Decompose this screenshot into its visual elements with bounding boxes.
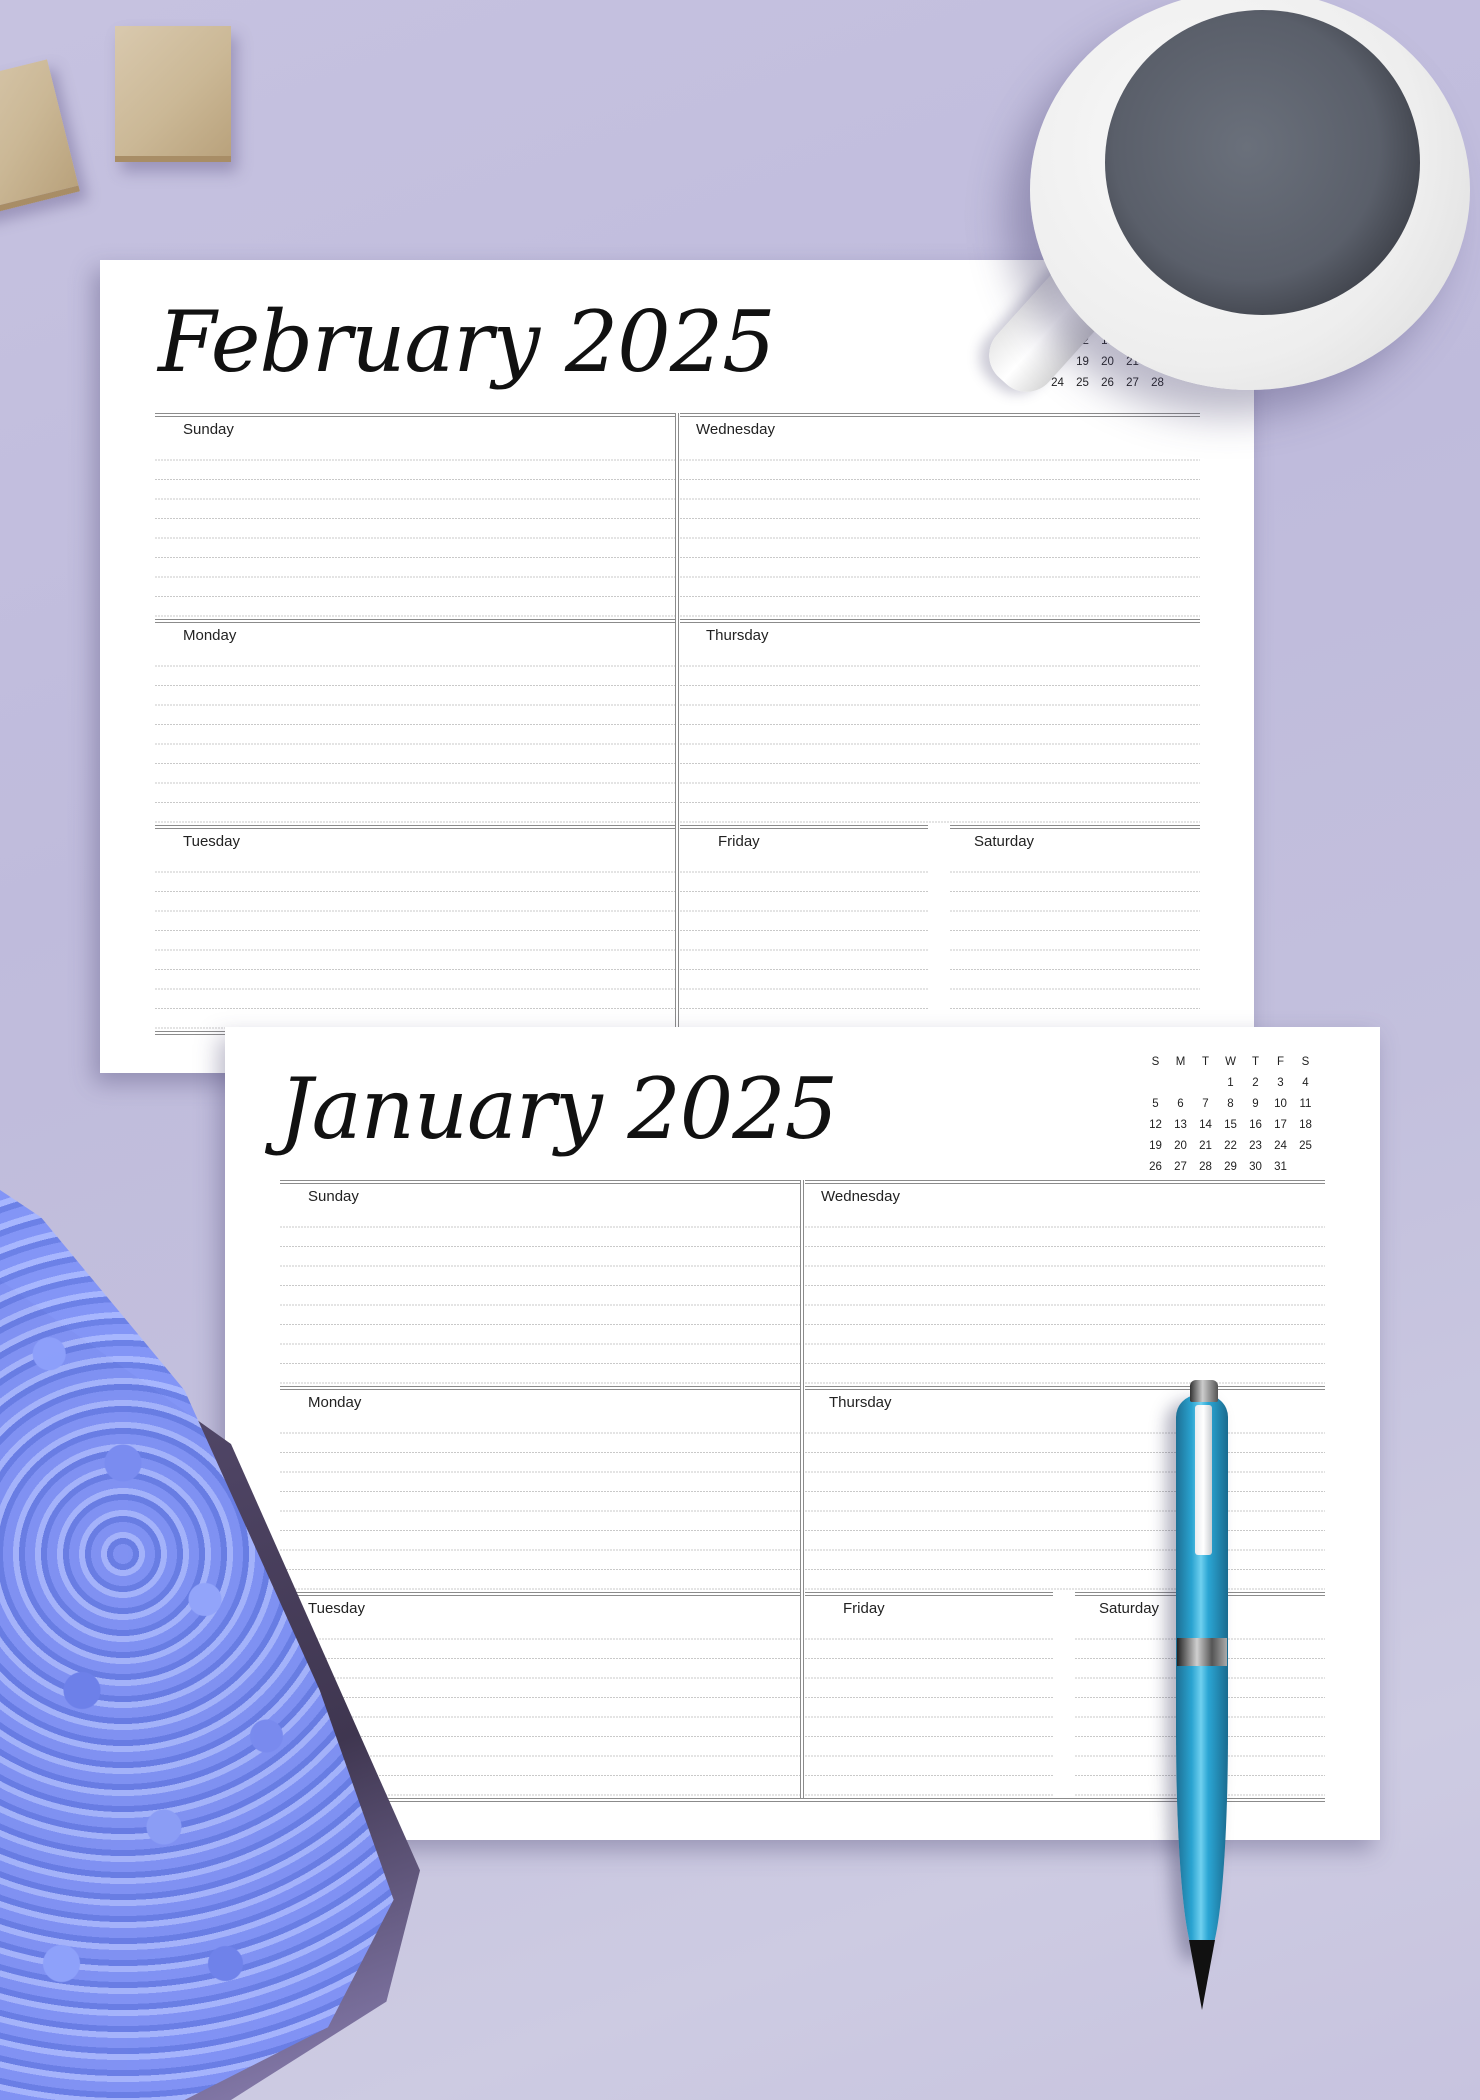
day-box-thursday[interactable]: Thursday: [680, 619, 1200, 829]
writing-lines: [680, 853, 928, 1029]
day-box-sunday[interactable]: Sunday: [155, 413, 675, 623]
wooden-block-left: [0, 59, 80, 217]
day-label: Wednesday: [696, 421, 775, 438]
writing-lines: [950, 853, 1200, 1029]
pen-tip: [1189, 1940, 1215, 2010]
writing-lines: [680, 441, 1200, 617]
calendar-date[interactable]: 8: [1218, 1098, 1243, 1110]
day-box-sunday[interactable]: Sunday: [280, 1180, 800, 1390]
day-box-wednesday[interactable]: Wednesday: [680, 413, 1200, 623]
calendar-date[interactable]: 17: [1268, 1119, 1293, 1131]
calendar-date[interactable]: 27: [1120, 377, 1145, 389]
day-box-thursday[interactable]: Thursday: [805, 1386, 1325, 1596]
calendar-date[interactable]: 25: [1070, 377, 1095, 389]
day-box-tuesday[interactable]: Tuesday: [155, 825, 675, 1035]
writing-lines: [280, 1414, 800, 1590]
february-planner-page: February 2025 S5111213141517181920212223…: [100, 260, 1254, 1073]
calendar-date[interactable]: 24: [1268, 1140, 1293, 1152]
calendar-date[interactable]: 10: [1268, 1098, 1293, 1110]
day-label: Thursday: [829, 1394, 892, 1411]
calendar-date[interactable]: 21: [1193, 1140, 1218, 1152]
day-box-friday[interactable]: Friday: [680, 825, 928, 1035]
day-label: Wednesday: [821, 1188, 900, 1205]
calendar-date[interactable]: 6: [1168, 1098, 1193, 1110]
calendar-date[interactable]: 16: [1243, 1119, 1268, 1131]
day-label: Sunday: [183, 421, 234, 438]
day-box-monday[interactable]: Monday: [155, 619, 675, 829]
weekday-header: T: [1201, 1055, 1210, 1068]
calendar-date[interactable]: 3: [1268, 1077, 1293, 1089]
pen-cap: [1190, 1380, 1218, 1402]
wooden-block-top: [115, 26, 231, 162]
calendar-date[interactable]: 13: [1168, 1119, 1193, 1131]
calendar-date[interactable]: 30: [1243, 1161, 1268, 1173]
calendar-date[interactable]: 28: [1193, 1161, 1218, 1173]
calendar-date[interactable]: 19: [1143, 1140, 1168, 1152]
weekday-header: M: [1175, 1055, 1186, 1068]
writing-lines: [155, 647, 675, 823]
weekday-header: T: [1251, 1055, 1260, 1068]
calendar-date[interactable]: 25: [1293, 1140, 1318, 1152]
day-label: Friday: [718, 833, 760, 850]
writing-lines: [680, 647, 1200, 823]
calendar-date[interactable]: 9: [1243, 1098, 1268, 1110]
mini-calendar: S M T W T F S 1 2 3 4 5 6 7 8 9 10 11 12 13 14 15 16 17 18 19 20 21…: [1143, 1051, 1318, 1177]
writing-lines: [805, 1414, 1325, 1590]
day-label: Thursday: [706, 627, 769, 644]
calendar-date[interactable]: 26: [1143, 1161, 1168, 1173]
calendar-date[interactable]: 29: [1218, 1161, 1243, 1173]
day-label: Sunday: [308, 1188, 359, 1205]
calendar-date[interactable]: 15: [1218, 1119, 1243, 1131]
writing-lines: [805, 1208, 1325, 1384]
calendar-date[interactable]: 22: [1218, 1140, 1243, 1152]
column-divider: [800, 1180, 804, 1798]
pen-clip: [1195, 1405, 1212, 1555]
pen-ring: [1177, 1638, 1227, 1666]
weekday-header: S: [1301, 1055, 1310, 1068]
calendar-date[interactable]: 26: [1095, 377, 1120, 389]
calendar-date[interactable]: 7: [1193, 1098, 1218, 1110]
calendar-date[interactable]: 1: [1218, 1077, 1243, 1089]
day-label: Monday: [308, 1394, 362, 1411]
day-box-saturday[interactable]: Saturday: [950, 825, 1200, 1035]
day-label: Friday: [843, 1600, 885, 1617]
weekday-header: S: [1151, 1055, 1160, 1068]
page-title: January 2025: [279, 1060, 838, 1158]
writing-lines: [155, 441, 675, 617]
bottom-rule: [280, 1798, 1325, 1802]
calendar-date[interactable]: 19: [1070, 356, 1095, 368]
calendar-date[interactable]: 14: [1193, 1119, 1218, 1131]
calendar-date[interactable]: 23: [1243, 1140, 1268, 1152]
calendar-date[interactable]: 20: [1168, 1140, 1193, 1152]
calendar-date[interactable]: 12: [1143, 1119, 1168, 1131]
writing-lines: [805, 1620, 1053, 1796]
calendar-date[interactable]: 18: [1293, 1119, 1318, 1131]
weekday-header: W: [1225, 1055, 1236, 1068]
calendar-date[interactable]: 31: [1268, 1161, 1293, 1173]
day-box-friday[interactable]: Friday: [805, 1592, 1053, 1802]
calendar-date[interactable]: 28: [1145, 377, 1170, 389]
calendar-date[interactable]: 5: [1143, 1098, 1168, 1110]
day-label: Tuesday: [183, 833, 240, 850]
day-label: Tuesday: [308, 1600, 365, 1617]
column-divider: [675, 413, 679, 1031]
day-label: Monday: [183, 627, 237, 644]
calendar-date[interactable]: 11: [1293, 1098, 1318, 1110]
day-label: Saturday: [1099, 1600, 1160, 1617]
day-box-monday[interactable]: Monday: [280, 1386, 800, 1596]
writing-lines: [280, 1208, 800, 1384]
day-label: Saturday: [974, 833, 1035, 850]
writing-lines: [155, 853, 675, 1029]
weekday-header: F: [1276, 1055, 1285, 1068]
calendar-date[interactable]: 27: [1168, 1161, 1193, 1173]
calendar-date[interactable]: 20: [1095, 356, 1120, 368]
coffee-cup: [1030, 0, 1470, 390]
calendar-date[interactable]: 2: [1243, 1077, 1268, 1089]
day-box-wednesday[interactable]: Wednesday: [805, 1180, 1325, 1390]
coffee: [1105, 10, 1420, 315]
page-title: February 2025: [158, 293, 776, 391]
calendar-date[interactable]: 4: [1293, 1077, 1318, 1089]
